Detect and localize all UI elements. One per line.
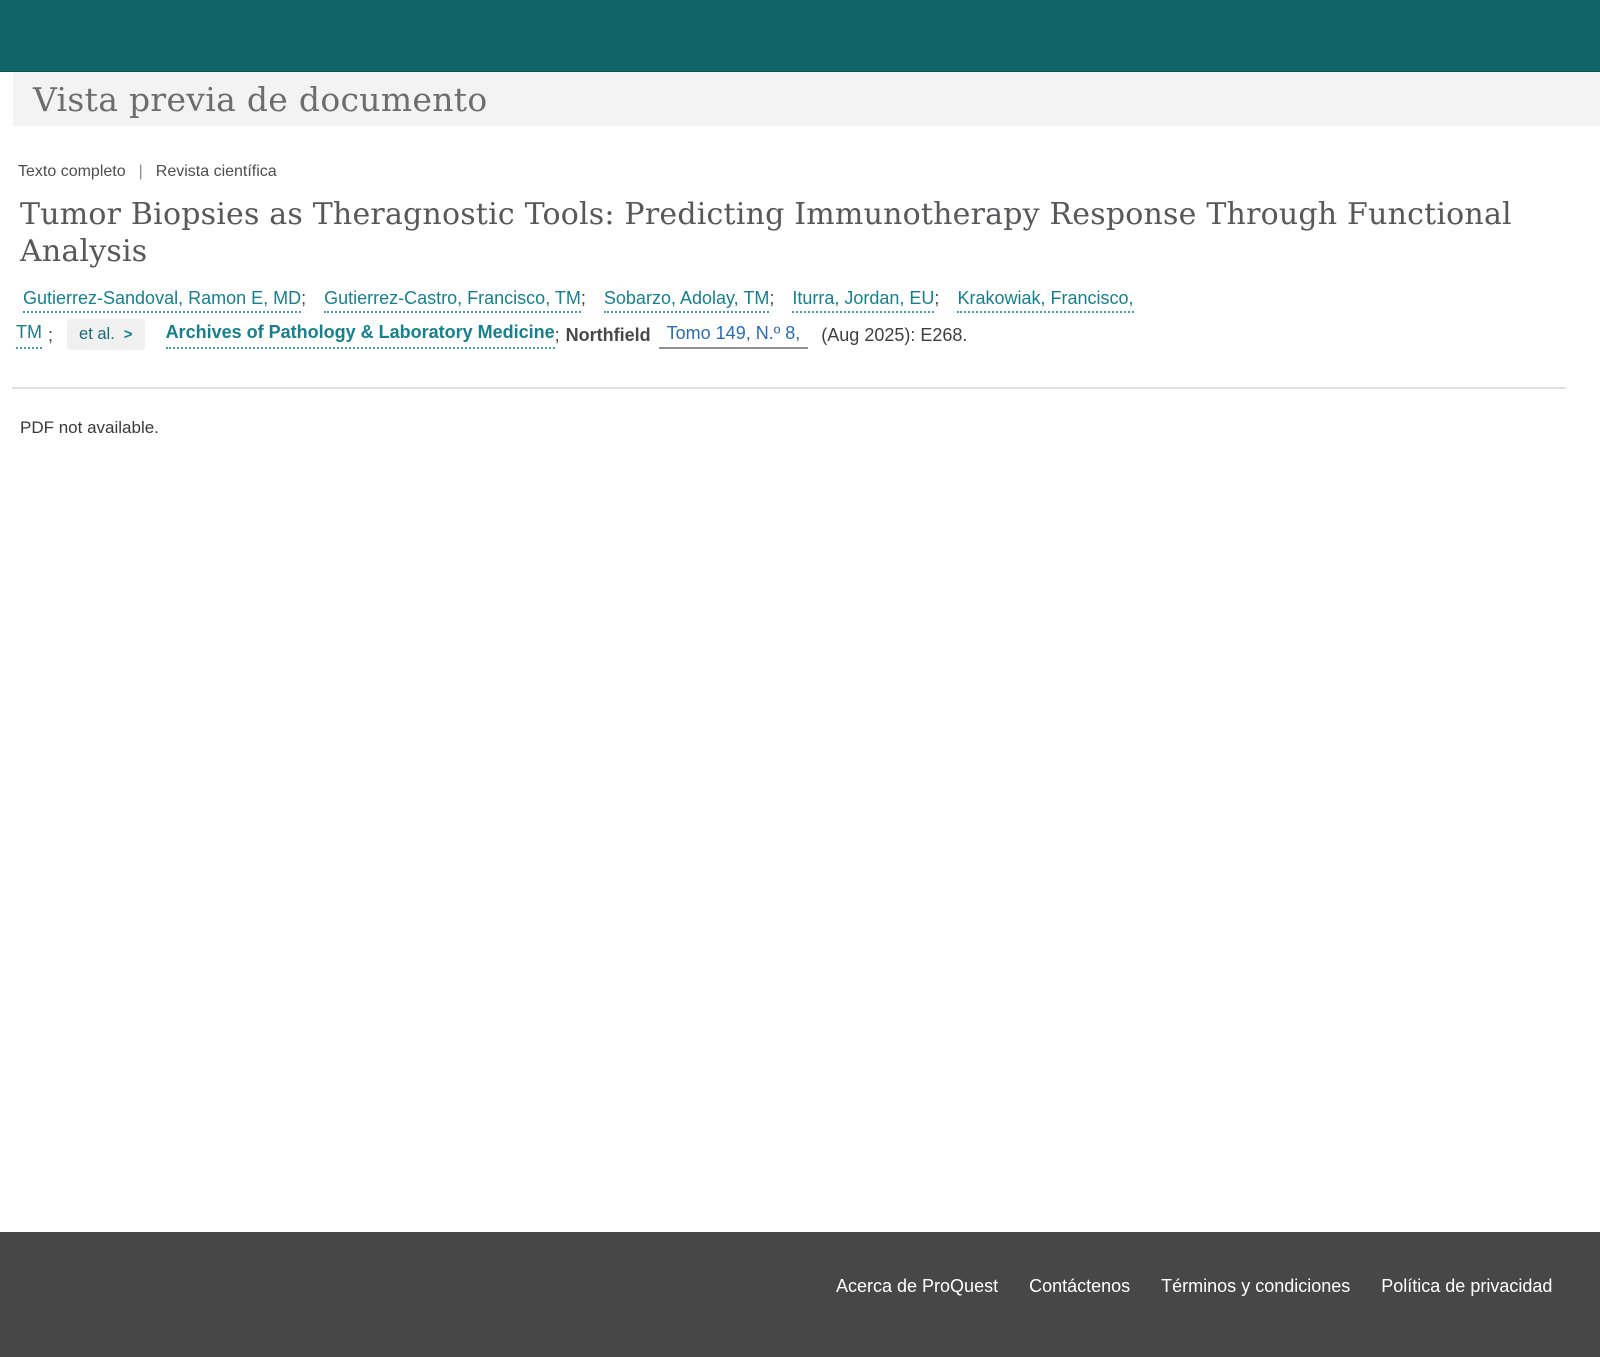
footer-link-terms-conditions[interactable]: Términos y condiciones	[1161, 1276, 1350, 1297]
et-al-button[interactable]: et al. >	[67, 319, 145, 350]
document-title-line-2: Analysis	[20, 233, 1600, 270]
document-title-line-1: Tumor Biopsies as Theragnostic Tools: Pr…	[20, 196, 1600, 233]
publication-location: Northfield	[566, 323, 651, 347]
author-separator: ;	[48, 323, 53, 347]
author-link[interactable]: Krakowiak, Francisco,	[957, 288, 1133, 313]
footer-link-about-proquest[interactable]: Acerca de ProQuest	[836, 1276, 998, 1297]
journal-link[interactable]: Archives of Pathology & Laboratory Medic…	[166, 320, 555, 349]
author-separator: ;	[934, 288, 939, 308]
author-separator: ;	[769, 288, 774, 308]
pdf-unavailable-message: PDF not available.	[20, 418, 1600, 438]
author-link[interactable]: Iturra, Jordan, EU	[792, 288, 934, 313]
byline: Gutierrez-Sandoval, Ramon E, MD; Gutierr…	[16, 286, 1600, 350]
author-link[interactable]: Gutierrez-Castro, Francisco, TM	[324, 288, 581, 313]
document-title: Tumor Biopsies as Theragnostic Tools: Pr…	[20, 196, 1600, 270]
author-separator: ;	[581, 288, 586, 308]
byline-authors-line: Gutierrez-Sandoval, Ramon E, MD; Gutierr…	[16, 286, 1600, 310]
meta-separator: |	[139, 163, 143, 181]
chevron-right-icon: >	[124, 326, 133, 343]
issue-link[interactable]: Tomo 149, N.º 8,	[659, 321, 809, 349]
footer-link-privacy-policy[interactable]: Política de privacidad	[1381, 1276, 1552, 1297]
author-separator: ;	[301, 288, 306, 308]
et-al-label: et al.	[79, 325, 115, 344]
footer-links: Acerca de ProQuest Contáctenos Términos …	[836, 1276, 1552, 1297]
journal-separator: ;	[555, 323, 560, 347]
full-text-label: Texto completo	[18, 163, 126, 181]
source-type-label: Revista científica	[156, 163, 277, 181]
app-header-bar	[0, 0, 1600, 72]
document-preview-banner: Vista previa de documento	[13, 72, 1600, 126]
page-footer: Acerca de ProQuest Contáctenos Términos …	[0, 1232, 1600, 1357]
document-meta-row: Texto completo | Revista científica	[18, 163, 1600, 181]
content-divider	[12, 387, 1566, 389]
byline-source-line: TM ; et al. > Archives of Pathology & La…	[16, 319, 1600, 350]
author-link[interactable]: Gutierrez-Sandoval, Ramon E, MD	[23, 288, 301, 313]
footer-link-contact-us[interactable]: Contáctenos	[1029, 1276, 1130, 1297]
author-link[interactable]: Sobarzo, Adolay, TM	[604, 288, 769, 313]
date-and-pages: (Aug 2025): E268.	[821, 323, 967, 347]
author-link-continued[interactable]: TM	[16, 320, 42, 349]
page-title: Vista previa de documento	[33, 80, 488, 119]
